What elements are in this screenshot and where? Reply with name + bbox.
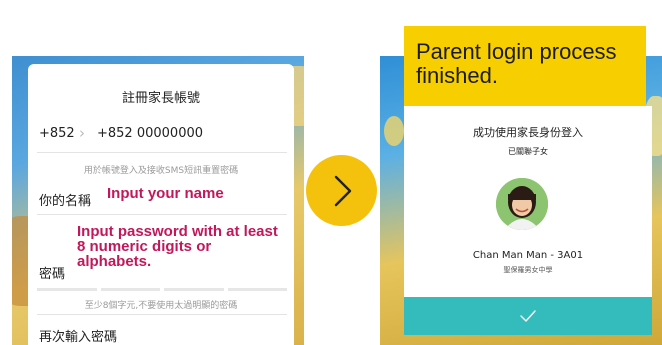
- completion-banner: Parent login process finished.: [404, 26, 646, 106]
- phone-hint: 用於帳號登入及接收SMS短訊重置密碼: [83, 166, 239, 176]
- name-annotation: Input your name: [107, 185, 224, 202]
- register-form-card: 註冊家長帳號 +852 › +852 00000000 用於帳號登入及接收SMS…: [28, 64, 294, 345]
- strength-segment: [164, 288, 224, 291]
- success-card: 成功使用家長身份登入 已關聯子女 Chan Man Man - 3A01 聖保羅…: [404, 106, 652, 335]
- page-title: 註冊家長帳號: [121, 91, 200, 106]
- student-avatar: [496, 178, 548, 230]
- confirm-button[interactable]: [404, 297, 652, 335]
- name-field-label[interactable]: 你的名稱: [39, 190, 91, 209]
- linked-children-label: 已關聯子女: [508, 147, 548, 156]
- password-annotation: Input password with at least 8 numeric d…: [77, 223, 278, 270]
- strength-segment: [227, 288, 287, 291]
- student-name: Chan Man Man - 3A01: [472, 250, 584, 261]
- password-field-label[interactable]: 密碼: [39, 263, 65, 282]
- background-decoration: [384, 116, 404, 146]
- chevron-right-icon: [334, 175, 351, 206]
- strength-segment: [37, 288, 97, 291]
- chevron-right-icon: ›: [79, 124, 85, 142]
- check-icon: [520, 310, 536, 322]
- divider: [37, 314, 287, 315]
- divider: [37, 152, 287, 153]
- country-code-select[interactable]: +852: [39, 126, 75, 141]
- strength-segment: [100, 288, 160, 291]
- phone-field[interactable]: +852 › +852 00000000: [39, 122, 289, 146]
- phone-input[interactable]: +852 00000000: [97, 126, 203, 141]
- password-hint: 至少8個字元,不要使用太過明顯的密碼: [84, 301, 238, 311]
- student-photo-icon: [496, 178, 548, 230]
- banner-text: Parent login process finished.: [416, 39, 617, 88]
- next-step-button[interactable]: [306, 155, 377, 226]
- password-strength-meter: [37, 288, 287, 291]
- divider: [37, 214, 287, 215]
- confirm-password-field-label[interactable]: 再次輸入密碼: [39, 326, 117, 345]
- school-name: 聖保羅男女中學: [503, 266, 553, 274]
- success-title: 成功使用家長身份登入: [473, 126, 583, 139]
